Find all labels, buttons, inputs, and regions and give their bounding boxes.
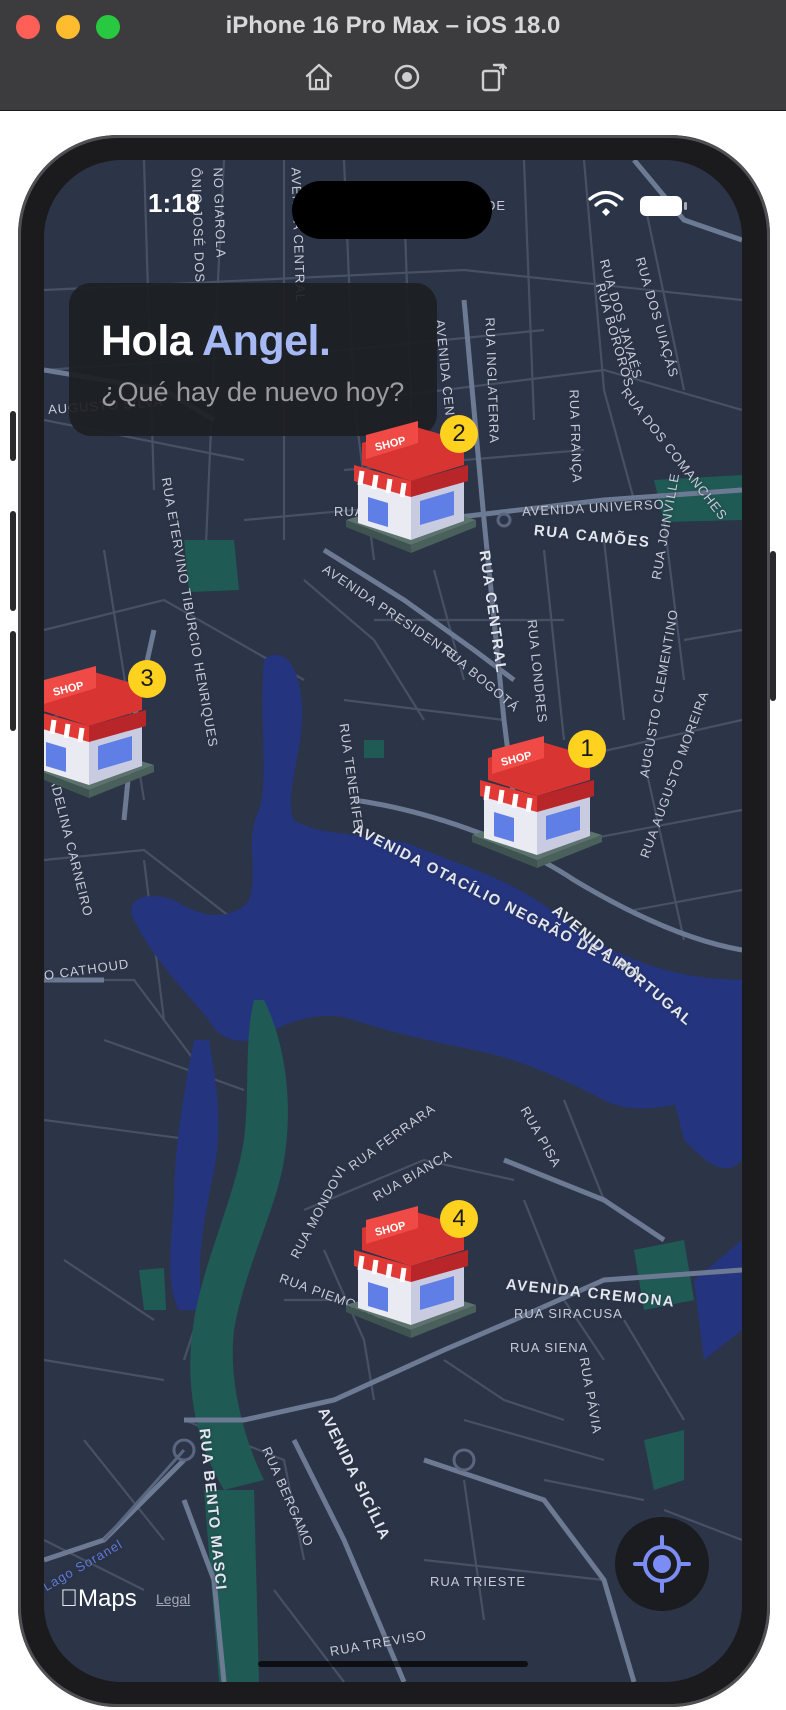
greeting-card: Hola Angel. ¿Qué hay de nuevo hoy? xyxy=(69,283,437,436)
volume-down-button[interactable] xyxy=(10,631,16,731)
title-bar: iPhone 16 Pro Max – iOS 18.0 xyxy=(0,0,786,111)
apple-logo-icon:  xyxy=(60,1585,78,1612)
street-label: RUA SIRACUSA xyxy=(514,1306,623,1321)
street-label: RUA FRANÇA xyxy=(566,389,585,484)
simulator-window: iPhone 16 Pro Max – iOS 18.0 AVENIDA OTA… xyxy=(0,0,786,1710)
battery-icon xyxy=(640,196,687,216)
street-label: NO GIAROLA xyxy=(210,167,229,259)
shop-marker-3[interactable]: SHOP 3 xyxy=(44,660,166,810)
greeting-title: Hola Angel. xyxy=(101,317,331,366)
rotate-icon[interactable] xyxy=(476,60,510,94)
legal-link[interactable]: Legal xyxy=(156,1591,190,1607)
phone-screen: AVENIDA OTACÍLIO NEGRÃO DE LIMA AVENIDA … xyxy=(44,160,742,1682)
shop-badge: 1 xyxy=(568,730,606,768)
status-time: 1:18 xyxy=(148,188,201,218)
shop-badge: 4 xyxy=(440,1200,478,1238)
window-title: iPhone 16 Pro Max – iOS 18.0 xyxy=(225,12,561,39)
screenshot-icon[interactable] xyxy=(390,60,424,94)
wifi-icon xyxy=(588,190,624,216)
home-icon[interactable] xyxy=(302,60,336,94)
side-button[interactable] xyxy=(770,551,776,701)
shop-badge: 2 xyxy=(440,415,478,453)
home-indicator[interactable] xyxy=(258,1661,528,1667)
shop-marker-1[interactable]: SHOP 1 xyxy=(462,730,612,880)
maps-logo-label: Maps xyxy=(60,1585,137,1612)
greeting-subtitle: ¿Qué hay de nuevo hoy? xyxy=(101,377,405,407)
apple-maps-logo[interactable]: Maps xyxy=(60,1585,137,1613)
street-label: RUA TRIESTE xyxy=(430,1574,527,1589)
status-icons xyxy=(588,190,687,216)
greeting-hello: Hola xyxy=(101,317,193,365)
shop-marker-2[interactable]: SHOP 2 xyxy=(336,415,486,565)
volume-up-button[interactable] xyxy=(10,511,16,611)
shop-marker-4[interactable]: SHOP 4 xyxy=(336,1200,486,1350)
dynamic-island xyxy=(292,181,492,239)
street-label: RUA SIENA xyxy=(510,1340,589,1355)
location-target-icon xyxy=(633,1535,691,1593)
locate-me-button[interactable] xyxy=(615,1517,709,1611)
action-button[interactable] xyxy=(10,411,16,461)
greeting-user-name: Angel. xyxy=(202,317,331,365)
shop-badge: 3 xyxy=(128,660,166,698)
